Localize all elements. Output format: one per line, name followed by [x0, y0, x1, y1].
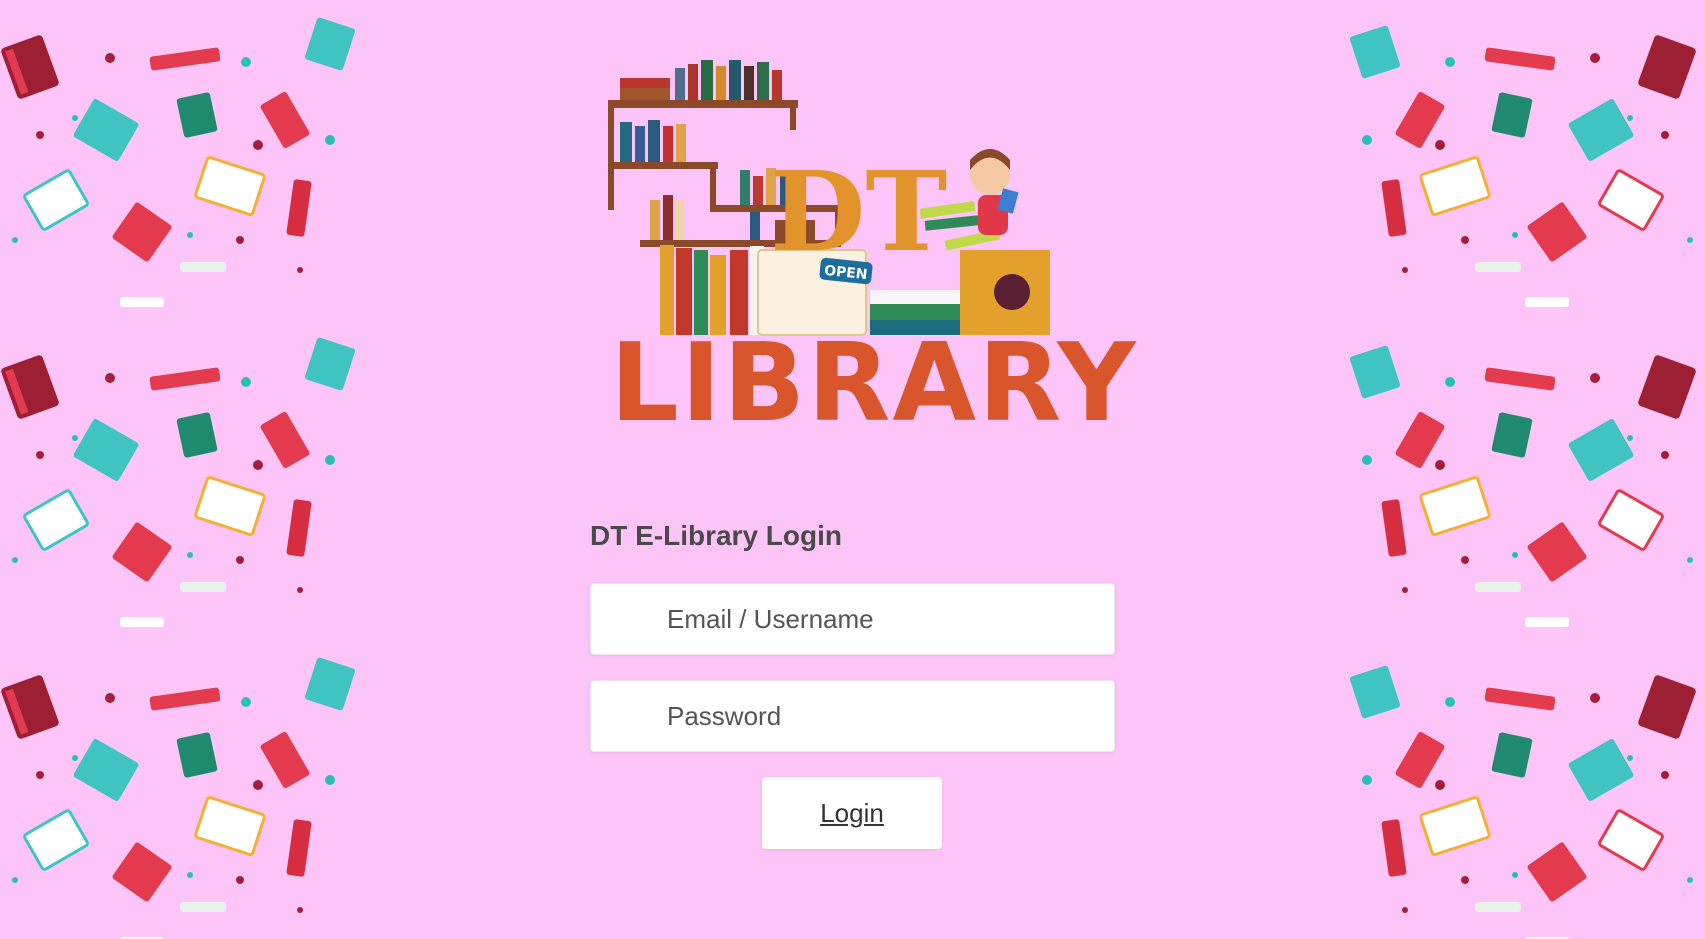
logo-library-text: LIBRARY	[610, 321, 1138, 446]
email-username-input[interactable]	[590, 583, 1115, 655]
left-book-pattern	[0, 0, 360, 939]
left-book-pattern-graphic	[0, 17, 358, 939]
dt-library-logo: DT OPEN LIBRARY	[608, 60, 1138, 446]
right-book-pattern	[1345, 0, 1705, 939]
password-input[interactable]	[590, 680, 1115, 752]
logo-dt-text: DT	[770, 147, 947, 276]
login-title: DT E-Library Login	[590, 520, 842, 551]
login-button[interactable]: Login	[762, 777, 942, 849]
right-book-pattern-graphic	[1347, 25, 1699, 939]
